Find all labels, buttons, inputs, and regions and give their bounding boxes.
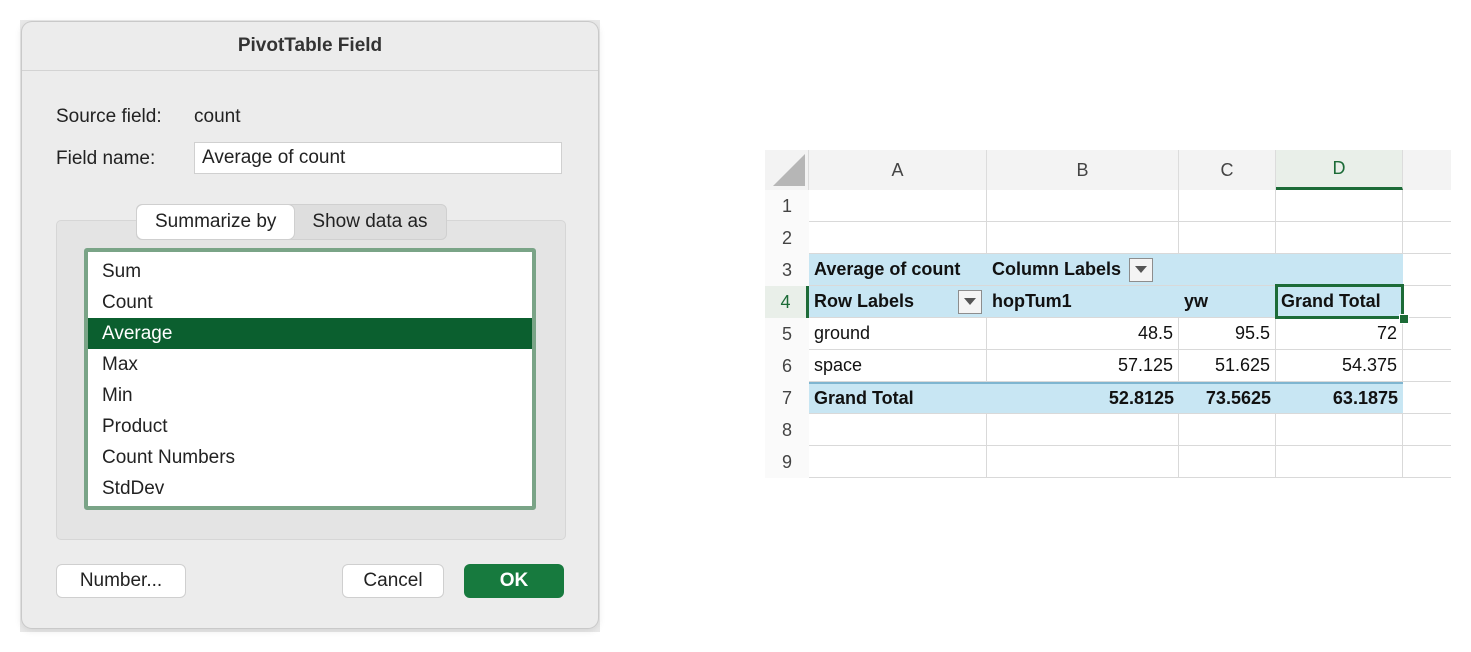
- filter-dropdown-icon: [964, 298, 976, 305]
- col-header-cell[interactable]: yw: [1179, 286, 1276, 318]
- cell[interactable]: [1179, 414, 1276, 446]
- list-item-sum[interactable]: Sum: [88, 256, 532, 287]
- cell[interactable]: [987, 446, 1179, 478]
- source-field-value: count: [194, 106, 241, 127]
- row-labels-cell[interactable]: Row Labels: [809, 286, 987, 318]
- cell[interactable]: [1403, 254, 1451, 286]
- source-field-label: Source field:: [56, 106, 162, 127]
- row-header-8[interactable]: 8: [765, 414, 809, 446]
- row-header-2[interactable]: 2: [765, 222, 809, 254]
- row-label-cell[interactable]: ground: [809, 318, 987, 350]
- field-name-input[interactable]: [194, 142, 562, 174]
- grand-total-value-cell[interactable]: 63.1875: [1276, 382, 1403, 414]
- select-all-triangle-icon: [773, 154, 805, 186]
- cell[interactable]: [1276, 254, 1403, 286]
- grand-total-value-cell[interactable]: 73.5625: [1179, 382, 1276, 414]
- row-header-6[interactable]: 6: [765, 350, 809, 382]
- column-header-c[interactable]: C: [1179, 150, 1276, 190]
- field-name-label: Field name:: [56, 148, 156, 169]
- list-item-max[interactable]: Max: [88, 349, 532, 380]
- row-header-4[interactable]: 4: [765, 286, 809, 318]
- dialog-titlebar: PivotTable Field: [22, 22, 598, 71]
- cell[interactable]: [1179, 190, 1276, 222]
- pivot-field-dialog: PivotTable Field Source field: count Fie…: [22, 22, 598, 628]
- cell[interactable]: [987, 222, 1179, 254]
- cell[interactable]: [1179, 222, 1276, 254]
- cell[interactable]: [1276, 222, 1403, 254]
- value-cell[interactable]: 54.375: [1276, 350, 1403, 382]
- list-item-count-numbers[interactable]: Count Numbers: [88, 442, 532, 473]
- pivot-value-field-cell[interactable]: Average of count: [809, 254, 987, 286]
- value-cell[interactable]: 95.5: [1179, 318, 1276, 350]
- cell[interactable]: [1276, 190, 1403, 222]
- row-labels-filter-button[interactable]: [958, 289, 982, 314]
- row-labels-text: Row Labels: [814, 291, 915, 311]
- column-header-e[interactable]: [1403, 150, 1451, 190]
- cell[interactable]: [1403, 350, 1451, 382]
- cell[interactable]: [1276, 446, 1403, 478]
- row-header-5[interactable]: 5: [765, 318, 809, 350]
- cell[interactable]: [1403, 222, 1451, 254]
- column-header-d[interactable]: D: [1276, 150, 1403, 190]
- select-all-corner[interactable]: [765, 150, 809, 190]
- summarize-function-list[interactable]: Sum Count Average Max Min Product Count …: [84, 248, 536, 510]
- cell[interactable]: [1403, 190, 1451, 222]
- tab-bar: Summarize by Show data as: [136, 204, 447, 240]
- cell[interactable]: [1179, 446, 1276, 478]
- row-header-1[interactable]: 1: [765, 190, 809, 222]
- value-cell[interactable]: 51.625: [1179, 350, 1276, 382]
- list-item-average[interactable]: Average: [88, 318, 532, 349]
- cell[interactable]: [1403, 318, 1451, 350]
- column-header-a[interactable]: A: [809, 150, 987, 190]
- cell[interactable]: [1179, 254, 1276, 286]
- col-header-cell[interactable]: hopTum1: [987, 286, 1179, 318]
- value-cell[interactable]: 57.125: [987, 350, 1179, 382]
- value-cell[interactable]: 72: [1276, 318, 1403, 350]
- spreadsheet-grid: A B C D 1 2 3 4 5 6 7 8 9 Average of cou…: [765, 150, 1451, 480]
- list-item-count[interactable]: Count: [88, 287, 532, 318]
- cell[interactable]: [1403, 446, 1451, 478]
- cell[interactable]: [987, 190, 1179, 222]
- tab-show-data-as[interactable]: Show data as: [294, 205, 445, 239]
- row-header-7[interactable]: 7: [765, 382, 809, 414]
- row-label-cell[interactable]: space: [809, 350, 987, 382]
- list-item-min[interactable]: Min: [88, 380, 532, 411]
- column-header-b[interactable]: B: [987, 150, 1179, 190]
- grand-total-value-cell[interactable]: 52.8125: [987, 382, 1179, 414]
- cell[interactable]: [1403, 382, 1451, 414]
- active-cell-selection: [1275, 284, 1404, 319]
- cancel-button[interactable]: Cancel: [342, 564, 444, 598]
- tab-summarize-by[interactable]: Summarize by: [137, 205, 295, 239]
- cell[interactable]: [1276, 414, 1403, 446]
- cell[interactable]: [809, 190, 987, 222]
- value-cell[interactable]: 48.5: [987, 318, 1179, 350]
- cell[interactable]: [1403, 414, 1451, 446]
- row-header-3[interactable]: 3: [765, 254, 809, 286]
- ok-button[interactable]: OK: [464, 564, 564, 598]
- grand-total-label-cell[interactable]: Grand Total: [809, 382, 987, 414]
- list-item-stddev[interactable]: StdDev: [88, 473, 532, 504]
- cell[interactable]: [809, 222, 987, 254]
- column-labels-text: Column Labels: [992, 259, 1122, 279]
- list-item-product[interactable]: Product: [88, 411, 532, 442]
- cell[interactable]: [987, 414, 1179, 446]
- row-header-9[interactable]: 9: [765, 446, 809, 478]
- dialog-title: PivotTable Field: [237, 35, 383, 56]
- number-format-button[interactable]: Number...: [56, 564, 186, 598]
- cell[interactable]: [809, 414, 987, 446]
- fill-handle[interactable]: [1399, 314, 1409, 324]
- cell[interactable]: [1403, 286, 1451, 318]
- column-labels-filter-button[interactable]: [1129, 257, 1154, 282]
- filter-dropdown-icon: [1135, 266, 1148, 273]
- cell[interactable]: [809, 446, 987, 478]
- column-labels-cell[interactable]: Column Labels: [987, 254, 1179, 286]
